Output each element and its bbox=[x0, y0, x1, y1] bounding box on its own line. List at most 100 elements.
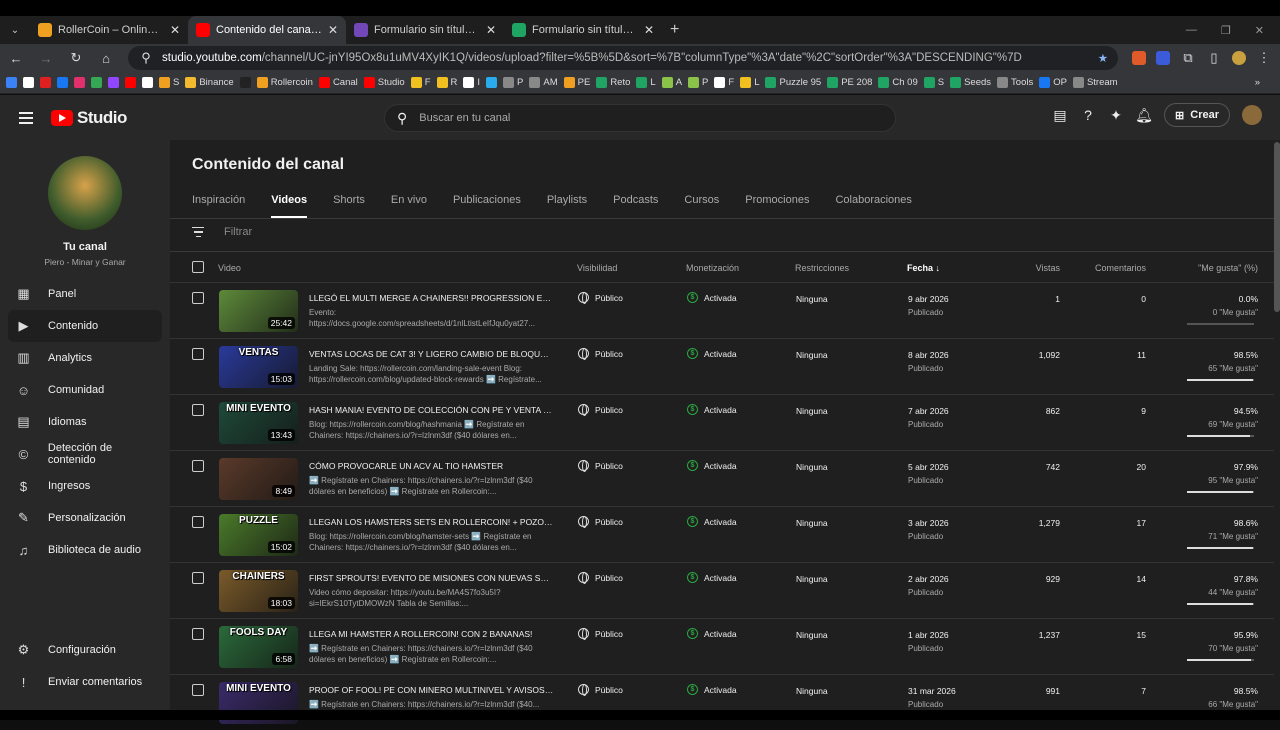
new-tab-plus-icon[interactable]: + bbox=[670, 21, 679, 39]
bookmark-item[interactable]: Stream bbox=[1072, 77, 1118, 88]
table-row[interactable]: FOOLS DAY 6:58 LLEGA MI HAMSTER A ROLLERCO… bbox=[170, 618, 1274, 674]
row-checkbox[interactable] bbox=[192, 404, 204, 416]
close-window-icon[interactable]: ✕ bbox=[1255, 24, 1264, 37]
video-title[interactable]: PROOF OF FOOL! PE CON MINERO MULTINIVEL … bbox=[309, 685, 554, 695]
tab-search-chevron-icon[interactable]: ⌄ bbox=[4, 19, 26, 41]
monetization-cell[interactable]: $ Activada bbox=[687, 404, 737, 415]
sidebar-item-contenido[interactable]: ▶ Contenido bbox=[8, 310, 162, 342]
visibility-cell[interactable]: Público bbox=[578, 628, 623, 640]
video-thumbnail[interactable]: 25:42 bbox=[219, 290, 298, 332]
video-title[interactable]: CÓMO PROVOCARLE UN ACV AL TIO HAMSTER bbox=[309, 461, 554, 471]
video-thumbnail[interactable]: MINI EVENTO 13:43 bbox=[219, 402, 298, 444]
table-row[interactable]: VENTAS 15:03 VENTAS LOCAS DE CAT 3! Y LIGE… bbox=[170, 338, 1274, 394]
tab-en-vivo[interactable]: En vivo bbox=[391, 194, 427, 218]
bookmark-item[interactable]: R bbox=[436, 77, 457, 88]
bookmark-item[interactable]: F bbox=[410, 77, 431, 88]
bookmark-item[interactable]: Tools bbox=[997, 77, 1033, 88]
video-title[interactable]: LLEGAN LOS HAMSTERS SETS EN ROLLERCOIN! … bbox=[309, 517, 554, 527]
notifications-bell-icon[interactable]: 🔔︎ bbox=[1135, 107, 1153, 123]
sidebar-item-biblioteca-de-audio[interactable]: ♫ Biblioteca de audio bbox=[8, 534, 162, 566]
visibility-cell[interactable]: Público bbox=[578, 684, 623, 696]
messages-icon[interactable]: ▤ bbox=[1052, 107, 1068, 123]
channel-avatar[interactable] bbox=[48, 156, 122, 230]
monetization-cell[interactable]: $ Activada bbox=[687, 516, 737, 527]
bookmark-item[interactable]: F bbox=[714, 77, 734, 88]
sidebar-item-analytics[interactable]: ▥ Analytics bbox=[8, 342, 162, 374]
bookmark-star-icon[interactable]: ★ bbox=[1098, 51, 1108, 65]
tab-videos[interactable]: Videos bbox=[271, 194, 308, 218]
bookmark-item[interactable]: Puzzle 95 bbox=[765, 77, 821, 88]
bookmark-item[interactable] bbox=[91, 77, 102, 88]
forward-arrow-icon[interactable]: → bbox=[38, 51, 54, 66]
table-row[interactable]: 8:49 CÓMO PROVOCARLE UN ACV AL TIO HAMSTE… bbox=[170, 450, 1274, 506]
row-checkbox[interactable] bbox=[192, 628, 204, 640]
browser-menu-icon[interactable]: ⋮ bbox=[1256, 50, 1272, 66]
browser-tab[interactable]: Formulario sin título (Respuesta ✕ bbox=[504, 16, 662, 44]
bookmark-item[interactable]: S bbox=[159, 77, 179, 88]
video-title[interactable]: HASH MANIA! EVENTO DE COLECCIÓN CON PE Y… bbox=[309, 405, 554, 415]
bookmark-item[interactable]: S bbox=[923, 77, 944, 88]
table-row[interactable]: PUZZLE 15:02 LLEGAN LOS HAMSTERS SETS EN R… bbox=[170, 506, 1274, 562]
extensions-puzzle-icon[interactable]: ⧉ bbox=[1180, 50, 1196, 66]
table-row[interactable]: MINI EVENTO 13:43 HASH MANIA! EVENTO DE CO… bbox=[170, 394, 1274, 450]
profile-avatar-icon[interactable] bbox=[1232, 51, 1246, 65]
monetization-cell[interactable]: $ Activada bbox=[687, 684, 737, 695]
bookmark-item[interactable]: P bbox=[688, 77, 708, 88]
tab-close-icon[interactable]: ✕ bbox=[644, 23, 654, 37]
visibility-cell[interactable]: Público bbox=[578, 348, 623, 360]
browser-tab[interactable]: Contenido del canal - YouTube ✕ bbox=[188, 16, 346, 44]
table-row[interactable]: 25:42 LLEGÓ EL MULTI MERGE A CHAINERS!! P… bbox=[170, 282, 1274, 338]
monetization-cell[interactable]: $ Activada bbox=[687, 572, 737, 583]
bookmark-item[interactable]: Ch 09 bbox=[878, 77, 918, 88]
bookmark-item[interactable]: AM bbox=[529, 77, 558, 88]
row-checkbox[interactable] bbox=[192, 348, 204, 360]
ai-sparkle-icon[interactable]: ✦ bbox=[1108, 107, 1124, 123]
site-info-icon[interactable]: ⚲ bbox=[138, 50, 154, 66]
filter-input[interactable]: Filtrar bbox=[224, 226, 252, 238]
sidebar-panel-icon[interactable]: ▯ bbox=[1206, 50, 1222, 66]
account-avatar[interactable] bbox=[1242, 105, 1262, 125]
row-checkbox[interactable] bbox=[192, 460, 204, 472]
tab-close-icon[interactable]: ✕ bbox=[486, 23, 496, 37]
filter-bar[interactable]: Filtrar bbox=[192, 226, 252, 238]
row-checkbox[interactable] bbox=[192, 684, 204, 696]
video-title[interactable]: VENTAS LOCAS DE CAT 3! Y LIGERO CAMBIO D… bbox=[309, 349, 554, 359]
bookmarks-overflow-icon[interactable]: » bbox=[1255, 77, 1274, 88]
tab-promociones[interactable]: Promociones bbox=[745, 194, 809, 218]
bookmark-item[interactable]: PE bbox=[563, 77, 590, 88]
extension-shield-icon[interactable] bbox=[1156, 51, 1170, 65]
help-icon[interactable]: ? bbox=[1080, 107, 1096, 123]
page-scrollbar[interactable] bbox=[1274, 142, 1280, 312]
monetization-cell[interactable]: $ Activada bbox=[687, 460, 737, 471]
sidebar-item-idiomas[interactable]: ▤ Idiomas bbox=[8, 406, 162, 438]
bookmark-item[interactable] bbox=[486, 77, 498, 88]
tab-podcasts[interactable]: Podcasts bbox=[613, 194, 658, 218]
filter-icon[interactable] bbox=[192, 226, 204, 238]
tab-shorts[interactable]: Shorts bbox=[333, 194, 365, 218]
bookmark-item[interactable] bbox=[142, 77, 153, 88]
bookmark-item[interactable] bbox=[125, 77, 136, 88]
create-button[interactable]: ⊞ Crear bbox=[1164, 103, 1230, 127]
sidebar-item-personalizaci-n[interactable]: ✎ Personalización bbox=[8, 502, 162, 534]
bookmark-item[interactable]: OP bbox=[1039, 77, 1067, 88]
video-title[interactable]: LLEGA MI HAMSTER A ROLLERCOIN! CON 2 BAN… bbox=[309, 629, 554, 639]
row-checkbox[interactable] bbox=[192, 572, 204, 584]
bookmark-item[interactable] bbox=[74, 77, 85, 88]
minimize-icon[interactable]: — bbox=[1186, 24, 1197, 36]
tab-close-icon[interactable]: ✕ bbox=[170, 23, 180, 37]
bookmark-item[interactable] bbox=[40, 77, 51, 88]
visibility-cell[interactable]: Público bbox=[578, 460, 623, 472]
bookmark-item[interactable] bbox=[6, 77, 17, 88]
sidebar-item-detecci-n-de-contenido[interactable]: © Detección de contenido bbox=[8, 438, 162, 470]
tab-cursos[interactable]: Cursos bbox=[684, 194, 719, 218]
extension-fox-icon[interactable] bbox=[1132, 51, 1146, 65]
channel-search-input[interactable]: ⚲ Buscar en tu canal bbox=[384, 104, 896, 132]
visibility-cell[interactable]: Público bbox=[578, 572, 623, 584]
video-thumbnail[interactable]: FOOLS DAY 6:58 bbox=[219, 626, 298, 668]
reload-icon[interactable]: ↻ bbox=[68, 50, 84, 66]
bookmark-item[interactable]: Reto bbox=[596, 77, 630, 88]
menu-hamburger-icon[interactable] bbox=[19, 111, 33, 124]
table-row[interactable]: MINI EVENTO PROOF OF FOOL! PE CON MINERO … bbox=[170, 674, 1274, 730]
sidebar-bottom-item[interactable]: ! Enviar comentarios bbox=[8, 666, 162, 698]
tab-playlists[interactable]: Playlists bbox=[547, 194, 587, 218]
